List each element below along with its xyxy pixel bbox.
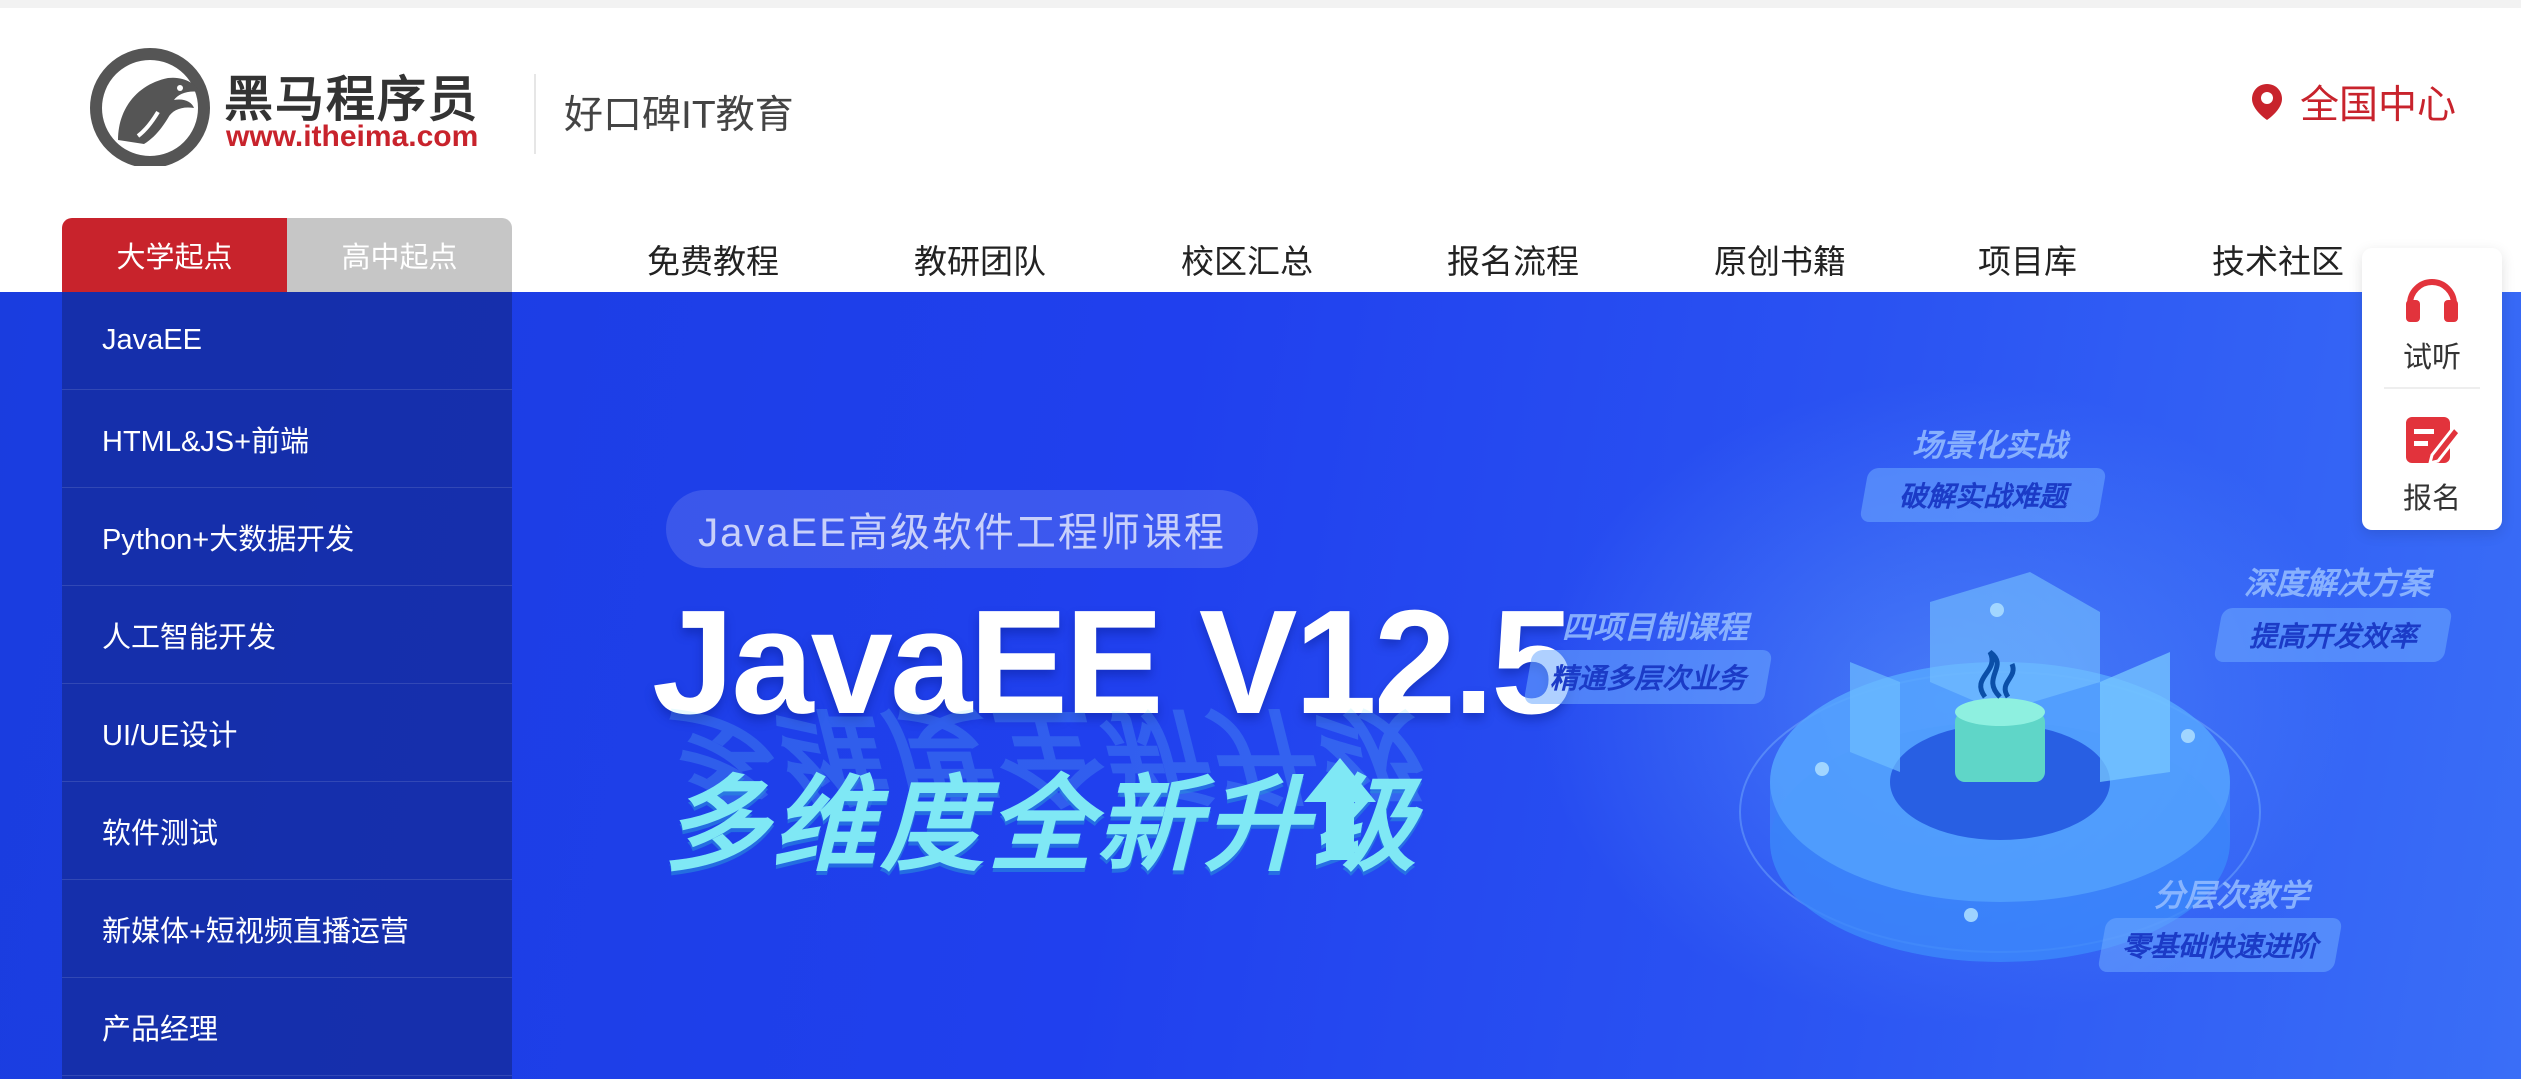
nav-original-books[interactable]: 原创书籍: [1714, 235, 1846, 283]
trial-listen-button[interactable]: 试听: [2362, 248, 2502, 378]
nav-free-tutorials[interactable]: 免费教程: [647, 235, 779, 283]
nav-research-team[interactable]: 教研团队: [914, 235, 1046, 283]
feature-title-tiered-teaching: 分层次教学: [2154, 878, 2309, 913]
feature-title-deep-solutions: 深度解决方案: [2244, 566, 2430, 601]
course-sidebar: JavaEE HTML&JS+前端 Python+大数据开发 人工智能开发 UI…: [62, 292, 512, 1079]
sidebar-item-new-media[interactable]: 新媒体+短视频直播运营: [62, 880, 512, 978]
nav-project-library[interactable]: 项目库: [1978, 235, 2077, 283]
sidebar-item-frontend[interactable]: HTML&JS+前端: [62, 390, 512, 488]
sidebar-item-ai[interactable]: 人工智能开发: [62, 586, 512, 684]
signup-edit-icon: [2406, 417, 2462, 466]
nav-tech-community[interactable]: 技术社区: [2212, 235, 2344, 283]
feature-badge-four-projects: 精通多层次业务: [1523, 650, 1773, 704]
map-pin-icon: [2252, 84, 2282, 120]
sidebar-item-javaee[interactable]: JavaEE: [62, 292, 512, 390]
logo-url: www.itheima.com: [226, 120, 479, 153]
location-label: 全国中心: [2300, 84, 2457, 127]
feature-title-scenario: 场景化实战: [1912, 428, 2067, 463]
tab-university-start[interactable]: 大学起点: [62, 218, 287, 292]
tab-highschool-start[interactable]: 高中起点: [287, 218, 512, 292]
location-selector[interactable]: 全国中心: [2250, 74, 2456, 130]
enroll-button[interactable]: 报名: [2362, 389, 2502, 519]
sidebar-item-ui-ue[interactable]: UI/UE设计: [62, 684, 512, 782]
feature-badge-scenario: 破解实战难题: [1859, 468, 2107, 522]
top-strip: [0, 0, 2521, 8]
trial-listen-label: 试听: [2402, 342, 2461, 374]
nav-enrollment-process[interactable]: 报名流程: [1447, 235, 1579, 283]
hero-banner[interactable]: JavaEE HTML&JS+前端 Python+大数据开发 人工智能开发 UI…: [0, 292, 2521, 1079]
sidebar-item-product-manager[interactable]: 产品经理: [62, 978, 512, 1076]
floating-action-panel: 试听 报名: [2362, 248, 2502, 530]
horse-logo-icon: [90, 48, 210, 166]
sidebar-item-python-bigdata[interactable]: Python+大数据开发: [62, 488, 512, 586]
headphones-icon: [2406, 279, 2458, 322]
feature-title-four-projects: 四项目制课程: [1562, 610, 1748, 645]
feature-badge-tiered-teaching: 零基础快速进阶: [2097, 918, 2343, 972]
sidebar-item-software-testing[interactable]: 软件测试: [62, 782, 512, 880]
header-divider: [534, 74, 536, 154]
feature-badge-deep-solutions: 提高开发效率: [2213, 608, 2453, 662]
start-level-tabs: 大学起点 高中起点: [62, 218, 512, 292]
up-arrow-icon: [1304, 758, 1376, 860]
slogan: 好口碑IT教育: [564, 94, 794, 137]
enroll-label: 报名: [2402, 483, 2461, 515]
course-pill: JavaEE高级软件工程师课程: [666, 490, 1258, 568]
nav-campuses[interactable]: 校区汇总: [1181, 235, 1313, 283]
site-logo[interactable]: 黑马程序员 www.itheima.com: [88, 48, 488, 168]
